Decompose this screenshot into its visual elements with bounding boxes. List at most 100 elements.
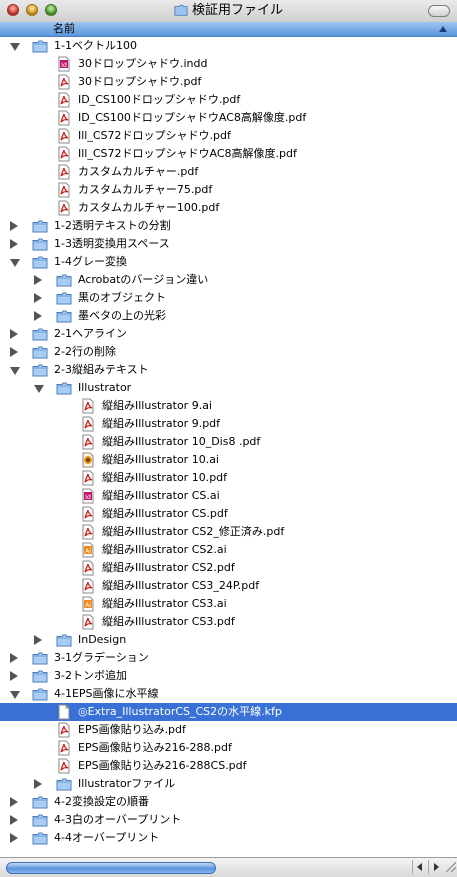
disclosure-closed-icon[interactable]	[10, 671, 18, 681]
svg-text:Ai: Ai	[85, 602, 91, 609]
folder-row[interactable]: Acrobatのバージョン違い	[0, 271, 457, 289]
folder-icon	[56, 632, 72, 648]
file-row[interactable]: 縦組みIllustrator CS3_24P.pdf	[0, 577, 457, 595]
row-label: カスタムカルチャー100.pdf	[78, 201, 220, 214]
column-header[interactable]: 名前	[0, 22, 457, 37]
document-file-icon	[56, 704, 72, 720]
file-row[interactable]: カスタムカルチャー75.pdf	[0, 181, 457, 199]
folder-icon	[32, 650, 48, 666]
file-row[interactable]: Ai 縦組みIllustrator CS3.ai	[0, 595, 457, 613]
scrollbar-thumb[interactable]	[6, 862, 216, 874]
folder-row[interactable]: 4-3白のオーバープリント	[0, 811, 457, 829]
illustrator-file-icon	[80, 452, 96, 468]
folder-row[interactable]: 2-2行の削除	[0, 343, 457, 361]
folder-row[interactable]: 1-4グレー変換	[0, 253, 457, 271]
disclosure-closed-icon[interactable]	[10, 239, 18, 249]
file-row[interactable]: カスタムカルチャー100.pdf	[0, 199, 457, 217]
file-row[interactable]: 縦組みIllustrator CS2_修正済み.pdf	[0, 523, 457, 541]
file-row[interactable]: Ill_CS72ドロップシャドウ.pdf	[0, 127, 457, 145]
pdf-file-icon	[80, 398, 96, 414]
row-label: 1-3透明変換用スペース	[54, 237, 170, 250]
disclosure-closed-icon[interactable]	[34, 779, 42, 789]
file-row[interactable]: ID_CS100ドロップシャドウ.pdf	[0, 91, 457, 109]
disclosure-open-icon[interactable]	[10, 43, 20, 51]
disclosure-open-icon[interactable]	[10, 259, 20, 267]
toolbar-toggle-button[interactable]	[428, 5, 450, 17]
window-title-text: 検証用ファイル	[191, 3, 283, 18]
folder-row[interactable]: 3-2トンボ追加	[0, 667, 457, 685]
disclosure-closed-icon[interactable]	[10, 221, 18, 231]
folder-row[interactable]: InDesign	[0, 631, 457, 649]
disclosure-closed-icon[interactable]	[10, 347, 18, 357]
pdf-file-icon	[80, 416, 96, 432]
scroll-right-button[interactable]	[428, 860, 443, 874]
disclosure-closed-icon[interactable]	[34, 635, 42, 645]
disclosure-closed-icon[interactable]	[10, 329, 18, 339]
file-row[interactable]: Ill_CS72ドロップシャドウAC8高解像度.pdf	[0, 145, 457, 163]
file-row[interactable]: EPS画像貼り込み.pdf	[0, 721, 457, 739]
file-row[interactable]: EPS画像貼り込み216-288.pdf	[0, 739, 457, 757]
folder-row[interactable]: Illustrator	[0, 379, 457, 397]
file-row[interactable]: ◎Extra_IllustratorCS_CS2の水平線.kfp	[0, 703, 457, 721]
folder-row[interactable]: Illustratorファイル	[0, 775, 457, 793]
folder-icon	[32, 830, 48, 846]
file-row[interactable]: 縦組みIllustrator CS3.pdf	[0, 613, 457, 631]
disclosure-closed-icon[interactable]	[34, 293, 42, 303]
folder-row[interactable]: 1-1ベクトル100	[0, 37, 457, 55]
folder-icon	[56, 380, 72, 396]
file-list[interactable]: 1-1ベクトル100 Id 30ドロップシャドウ.indd 30ドロップシャドウ.pd…	[0, 37, 457, 857]
row-label: 縦組みIllustrator CS2_修正済み.pdf	[102, 525, 285, 538]
title-bar[interactable]: 検証用ファイル	[0, 0, 457, 23]
file-row[interactable]: ID_CS100ドロップシャドウAC8高解像度.pdf	[0, 109, 457, 127]
folder-row[interactable]: 黒のオブジェクト	[0, 289, 457, 307]
folder-row[interactable]: 1-3透明変換用スペース	[0, 235, 457, 253]
row-label: 2-2行の削除	[54, 345, 116, 358]
svg-text:Ai: Ai	[85, 548, 91, 555]
folder-row[interactable]: 3-1グラデーション	[0, 649, 457, 667]
file-row[interactable]: 縦組みIllustrator 9.ai	[0, 397, 457, 415]
folder-row[interactable]: 4-4オーバープリント	[0, 829, 457, 847]
folder-row[interactable]: 2-3縦組みテキスト	[0, 361, 457, 379]
disclosure-closed-icon[interactable]	[10, 653, 18, 663]
folder-row[interactable]: 墨ベタの上の光彩	[0, 307, 457, 325]
file-row[interactable]: Ai 縦組みIllustrator CS2.ai	[0, 541, 457, 559]
folder-row[interactable]: 1-2透明テキストの分割	[0, 217, 457, 235]
folder-row[interactable]: 2-1ヘアライン	[0, 325, 457, 343]
file-row[interactable]: EPS画像貼り込み216-288CS.pdf	[0, 757, 457, 775]
folder-row[interactable]: 4-2変換設定の順番	[0, 793, 457, 811]
disclosure-open-icon[interactable]	[10, 367, 20, 375]
row-label: 縦組みIllustrator CS3_24P.pdf	[102, 579, 260, 592]
row-label: 縦組みIllustrator 9.pdf	[102, 417, 221, 430]
folder-icon	[32, 236, 48, 252]
file-row[interactable]: 縦組みIllustrator 10.pdf	[0, 469, 457, 487]
scroll-left-button[interactable]	[412, 860, 427, 874]
row-label: 3-2トンボ追加	[54, 669, 127, 682]
disclosure-open-icon[interactable]	[10, 691, 20, 699]
row-label: 縦組みIllustrator CS2.pdf	[102, 561, 235, 574]
row-label: EPS画像貼り込み.pdf	[78, 723, 186, 736]
file-row[interactable]: カスタムカルチャー.pdf	[0, 163, 457, 181]
folder-row[interactable]: 4-1EPS画像に水平線	[0, 685, 457, 703]
disclosure-closed-icon[interactable]	[34, 275, 42, 285]
row-label: 縦組みIllustrator 10.pdf	[102, 471, 228, 484]
file-row[interactable]: 縦組みIllustrator CS.pdf	[0, 505, 457, 523]
disclosure-closed-icon[interactable]	[10, 815, 18, 825]
file-row[interactable]: 縦組みIllustrator CS2.pdf	[0, 559, 457, 577]
file-row[interactable]: Id 30ドロップシャドウ.indd	[0, 55, 457, 73]
disclosure-closed-icon[interactable]	[10, 833, 18, 843]
file-row[interactable]: 縦組みIllustrator 10.ai	[0, 451, 457, 469]
file-row[interactable]: 30ドロップシャドウ.pdf	[0, 73, 457, 91]
resize-grip[interactable]	[446, 862, 456, 872]
disclosure-open-icon[interactable]	[34, 385, 44, 393]
file-row[interactable]: Id 縦組みIllustrator CS.ai	[0, 487, 457, 505]
file-row[interactable]: 縦組みIllustrator 10_Dis8 .pdf	[0, 433, 457, 451]
row-label: 4-2変換設定の順番	[54, 795, 149, 808]
pdf-file-icon	[80, 560, 96, 576]
row-label: ID_CS100ドロップシャドウAC8高解像度.pdf	[78, 111, 307, 124]
disclosure-closed-icon[interactable]	[10, 797, 18, 807]
horizontal-scrollbar[interactable]	[0, 857, 457, 877]
column-header-name[interactable]: 名前	[53, 22, 75, 36]
disclosure-closed-icon[interactable]	[34, 311, 42, 321]
file-row[interactable]: 縦組みIllustrator 9.pdf	[0, 415, 457, 433]
row-label: 3-1グラデーション	[54, 651, 149, 664]
